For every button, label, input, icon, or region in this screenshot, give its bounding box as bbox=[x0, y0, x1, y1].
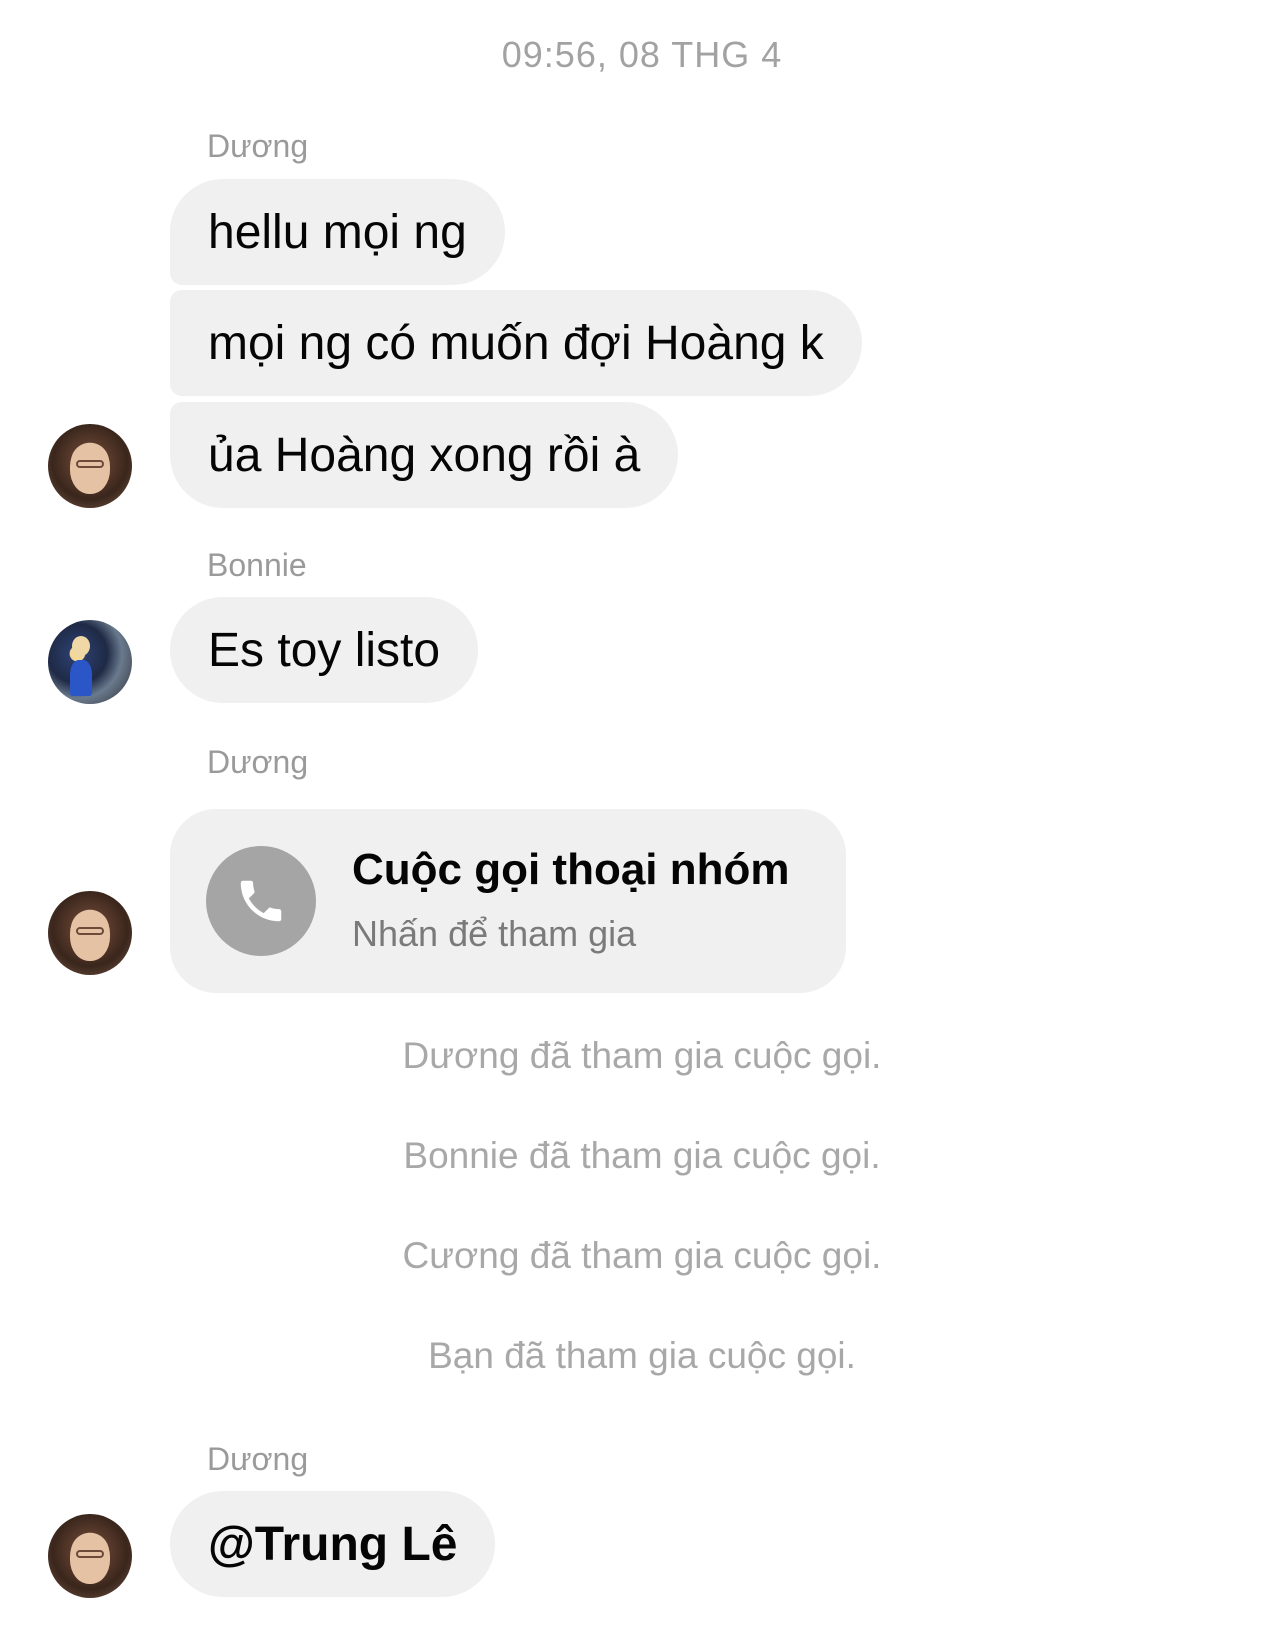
call-title: Cuộc gọi thoại nhóm bbox=[352, 845, 790, 894]
message-bubble[interactable]: hellu mọi ng bbox=[170, 179, 505, 285]
sender-name: Dương bbox=[207, 1441, 309, 1477]
avatar[interactable] bbox=[48, 424, 132, 508]
phone-icon bbox=[240, 880, 282, 922]
sender-name: Bonnie bbox=[207, 547, 307, 583]
call-subtitle: Nhấn để tham gia bbox=[352, 913, 637, 954]
system-event: Cương đã tham gia cuộc gọi. bbox=[402, 1235, 882, 1276]
system-event: Bạn đã tham gia cuộc gọi. bbox=[428, 1335, 856, 1376]
sender-name: Dương bbox=[207, 744, 309, 780]
system-event: Bonnie đã tham gia cuộc gọi. bbox=[403, 1135, 881, 1176]
message-bubble[interactable]: ủa Hoàng xong rồi à bbox=[170, 402, 679, 508]
message-bubble[interactable]: Es toy listo bbox=[170, 597, 479, 703]
avatar[interactable] bbox=[48, 891, 132, 975]
avatar[interactable] bbox=[48, 620, 132, 704]
avatar[interactable] bbox=[48, 1514, 132, 1598]
sender-name: Dương bbox=[207, 128, 309, 164]
call-icon-circle bbox=[206, 846, 316, 956]
message-bubble[interactable]: @Trung Lê bbox=[170, 1491, 496, 1597]
message-bubble[interactable]: mọi ng có muốn đợi Hoàng k bbox=[170, 290, 862, 396]
system-event: Dương đã tham gia cuộc gọi. bbox=[402, 1035, 882, 1076]
group-call-card[interactable]: Cuộc gọi thoại nhóm Nhấn để tham gia bbox=[170, 809, 846, 993]
timestamp: 09:56, 08 THG 4 bbox=[501, 34, 783, 75]
